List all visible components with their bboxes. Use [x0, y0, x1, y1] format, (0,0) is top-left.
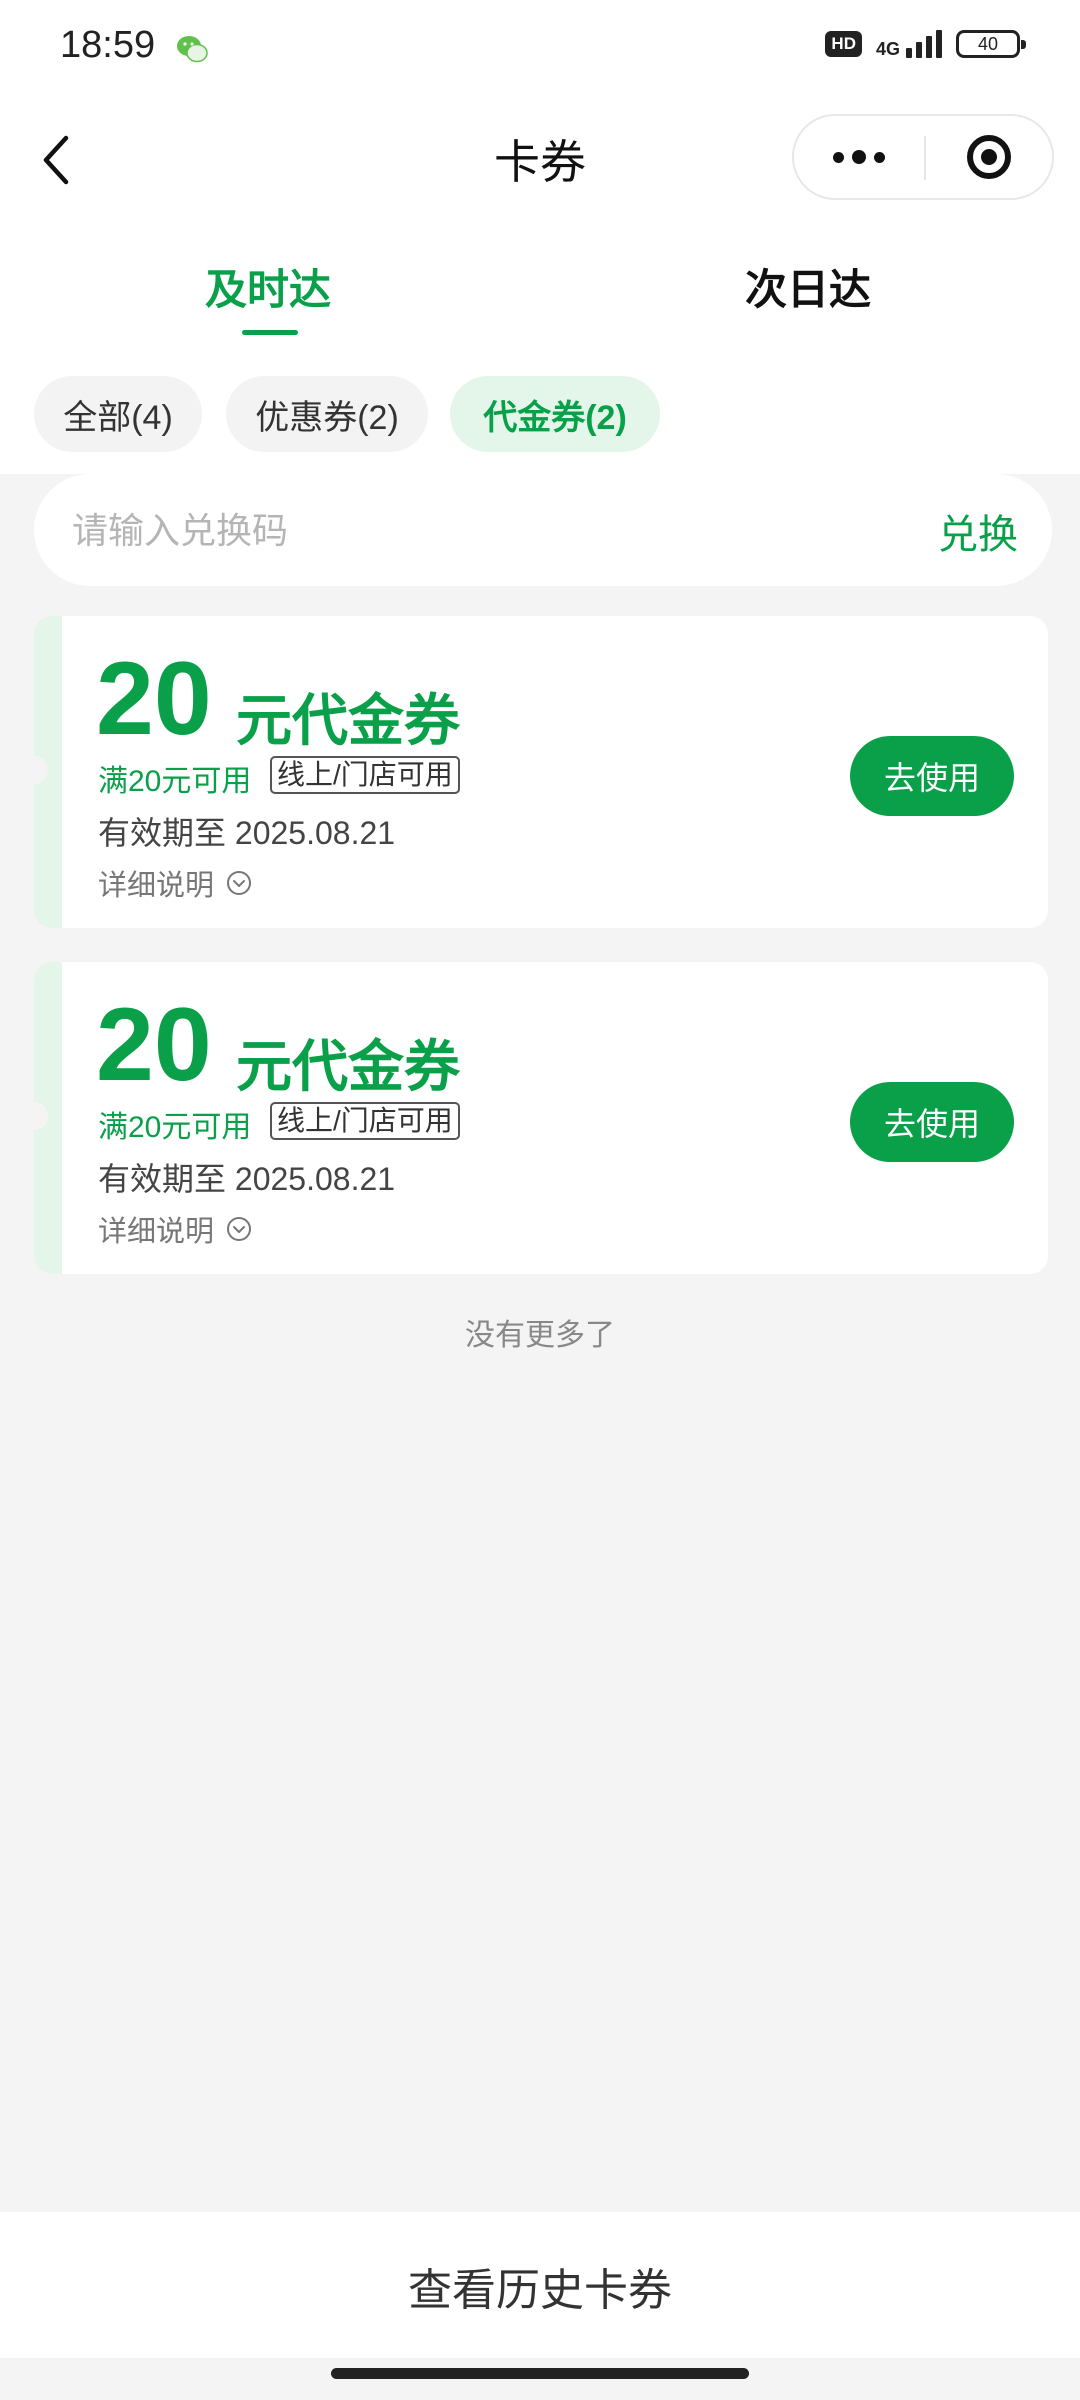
filter-chip-discount[interactable]: 优惠券(2) — [226, 376, 428, 452]
target-icon — [967, 135, 1011, 179]
status-indicators: HD 4G 40 — [825, 30, 1026, 58]
home-indicator[interactable] — [331, 2368, 749, 2379]
redeem-button[interactable]: 兑换 — [938, 502, 1018, 560]
use-coupon-button[interactable]: 去使用 — [850, 1082, 1014, 1162]
coupon-condition: 满20元可用 — [98, 1111, 252, 1144]
coupon-card: 20 元代金券 满20元可用 线上/门店可用 有效期至 2025.08.21 详… — [34, 616, 1048, 928]
more-button[interactable] — [794, 116, 924, 198]
chevron-down-icon — [227, 871, 252, 895]
coupon-validity: 有效期至 2025.08.21 — [98, 1161, 396, 1197]
details-label: 详细说明 — [98, 1216, 215, 1248]
filter-chip-all[interactable]: 全部(4) — [34, 376, 202, 452]
coupon-details-toggle[interactable]: 详细说明 — [98, 862, 252, 904]
coupon-amount: 20 — [96, 641, 212, 757]
coupon-type: 元代金券 — [236, 689, 460, 752]
redeem-bar: 兑换 — [34, 474, 1052, 586]
coupon-amount: 20 — [96, 987, 212, 1103]
tab-next-day-delivery[interactable]: 次日达 — [745, 256, 871, 317]
wechat-icon — [177, 36, 208, 63]
view-history-coupons-button[interactable]: 查看历史卡券 — [0, 2254, 1080, 2318]
active-tab-indicator — [242, 330, 298, 335]
hd-badge: HD — [825, 31, 862, 57]
battery-icon: 40 — [956, 30, 1026, 58]
coupon-condition: 满20元可用 — [98, 765, 252, 798]
filter-chip-voucher[interactable]: 代金券(2) — [450, 376, 660, 452]
coupon-type: 元代金券 — [236, 1035, 460, 1098]
end-of-list-label: 没有更多了 — [465, 1319, 615, 1352]
chevron-down-icon — [227, 1217, 252, 1241]
network-type: 4G — [875, 39, 900, 59]
status-time: 18:59 — [60, 24, 156, 66]
battery-level: 40 — [977, 33, 999, 54]
use-coupon-button[interactable]: 去使用 — [850, 736, 1014, 816]
coupon-validity: 有效期至 2025.08.21 — [98, 815, 396, 851]
coupon-card: 20 元代金券 满20元可用 线上/门店可用 有效期至 2025.08.21 详… — [34, 962, 1048, 1274]
coupon-details-toggle[interactable]: 详细说明 — [98, 1208, 252, 1250]
coupon-usage-tag: 线上/门店可用 — [270, 756, 460, 794]
signal-icon: 4G — [876, 30, 942, 58]
tab-instant-delivery[interactable]: 及时达 — [205, 256, 331, 317]
mini-program-capsule — [792, 114, 1054, 200]
more-icon — [833, 151, 844, 163]
header-area: 18:59 HD 4G 40 卡券 及时达 次日达 全部(4) 优惠券(2) 代… — [0, 0, 1080, 474]
bottom-bar: 查看历史卡券 — [0, 2212, 1080, 2358]
details-label: 详细说明 — [98, 870, 215, 902]
coupon-usage-tag: 线上/门店可用 — [270, 1102, 460, 1140]
close-mini-program-button[interactable] — [926, 116, 1052, 198]
redeem-code-input[interactable] — [70, 494, 854, 568]
